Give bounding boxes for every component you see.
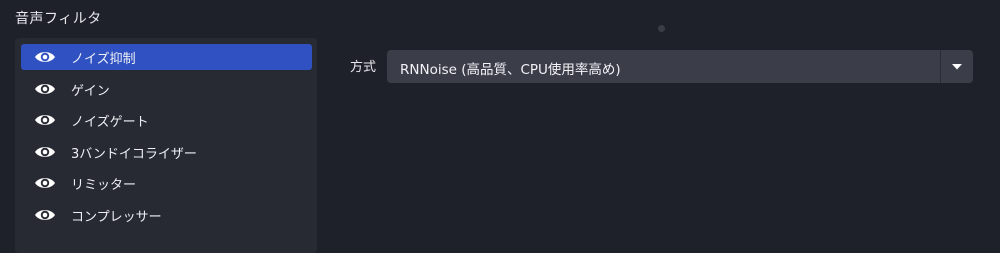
method-select-value: RNNoise (高品質、CPU使用率高め) — [400, 62, 621, 78]
filter-item-compressor[interactable]: コンプレッサー — [21, 202, 312, 228]
filter-item-noise-suppression[interactable]: ノイズ抑制 — [21, 44, 312, 70]
eye-icon[interactable] — [34, 144, 56, 160]
filter-item-limiter[interactable]: リミッター — [21, 170, 312, 196]
filter-label: ノイズゲート — [71, 115, 149, 130]
filter-item-gain[interactable]: ゲイン — [21, 76, 312, 102]
drag-handle-dot — [658, 25, 665, 32]
dropdown-button[interactable] — [941, 50, 973, 83]
section-title: 音声フィルタ — [15, 11, 102, 27]
eye-icon[interactable] — [34, 49, 56, 65]
filter-label: ノイズ抑制 — [71, 52, 136, 67]
filter-item-3band-eq[interactable]: 3バンドイコライザー — [21, 139, 312, 165]
eye-icon[interactable] — [34, 207, 56, 223]
filter-item-noise-gate[interactable]: ノイズゲート — [21, 107, 312, 133]
method-select[interactable]: RNNoise (高品質、CPU使用率高め) — [387, 50, 973, 83]
eye-icon[interactable] — [34, 175, 56, 191]
filter-label: リミッター — [71, 178, 137, 193]
caret-down-icon — [952, 63, 962, 69]
method-label: 方式 — [350, 60, 377, 75]
eye-icon[interactable] — [34, 112, 56, 128]
filter-label: ゲイン — [71, 83, 110, 99]
eye-icon[interactable] — [34, 81, 56, 97]
filter-label: 3バンドイコライザー — [71, 146, 197, 162]
filter-list: ノイズ抑制 ゲイン ノイズゲート 3バンドイコライザー リミッター コンプレッサ… — [15, 38, 317, 253]
filter-label: コンプレッサー — [71, 209, 162, 225]
